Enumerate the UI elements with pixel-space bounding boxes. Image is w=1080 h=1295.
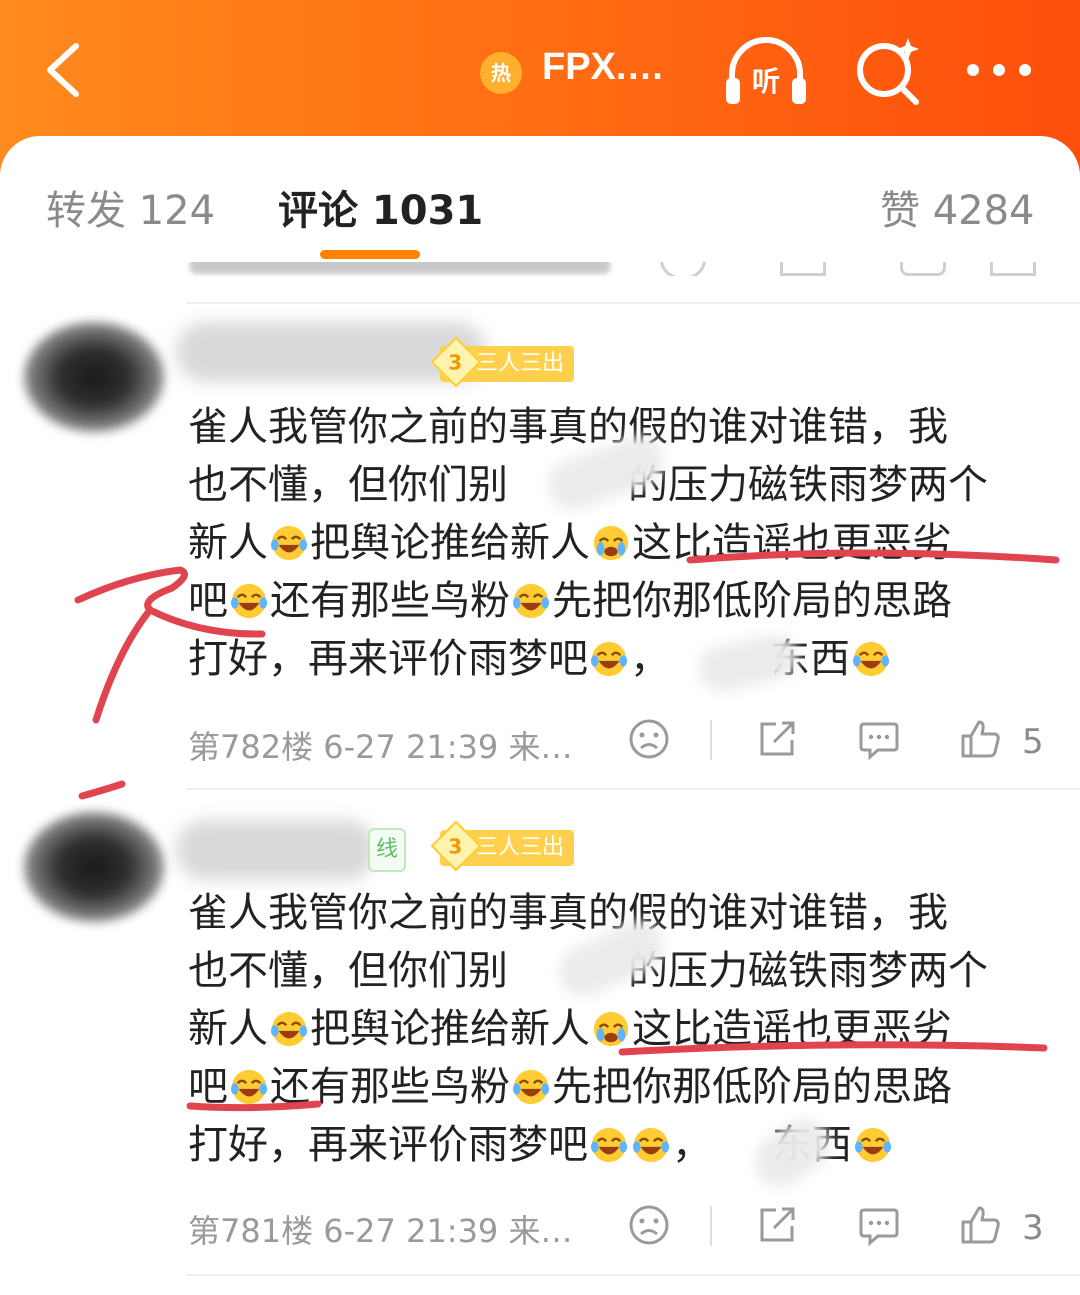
laughing-tears-emoji-icon	[852, 641, 890, 677]
scrolled-off-row	[180, 262, 1040, 276]
share-icon[interactable]	[756, 718, 798, 760]
separator	[710, 1206, 712, 1246]
laughing-tears-emoji-icon	[632, 1127, 670, 1163]
laughing-tears-emoji-icon	[512, 1069, 550, 1105]
level-badge: 3 三人三出	[430, 336, 575, 388]
laughing-tears-emoji-icon	[270, 1011, 308, 1047]
avatar[interactable]	[24, 812, 164, 922]
tab-comments[interactable]: 评论 1031	[278, 178, 483, 236]
topic-title[interactable]: FPX.…	[542, 46, 664, 89]
floor-number: 第781楼	[188, 1212, 314, 1250]
laughing-tears-emoji-icon	[230, 1069, 268, 1105]
crying-emoji-icon	[593, 525, 629, 561]
separator	[710, 720, 712, 760]
more-dots-icon[interactable]	[964, 52, 1034, 88]
like-count: 3	[1022, 1208, 1044, 1248]
comment-source: 来…	[508, 1212, 573, 1250]
comment-time: 6-27 21:39	[323, 728, 499, 766]
tab-likes[interactable]: 赞 4284	[880, 178, 1035, 236]
crying-emoji-icon	[593, 1011, 629, 1047]
username-blurred[interactable]	[176, 820, 376, 880]
divider	[186, 788, 1080, 790]
thumbs-up-icon[interactable]	[960, 1204, 1002, 1246]
tab-reposts[interactable]: 转发 124	[46, 178, 215, 236]
reply-comment-icon[interactable]	[858, 1206, 900, 1246]
listen-label: 听	[752, 65, 781, 98]
laughing-tears-emoji-icon	[590, 641, 628, 677]
level-badge: 3 三人三出	[430, 820, 575, 872]
laughing-tears-emoji-icon	[590, 1127, 628, 1163]
chevron-left-icon[interactable]	[38, 40, 98, 100]
laughing-tears-emoji-icon	[512, 583, 550, 619]
laughing-tears-emoji-icon	[270, 525, 308, 561]
comment-meta: 第782楼 6-27 21:39 来…	[188, 722, 572, 768]
avatar[interactable]	[24, 322, 164, 432]
like-count: 5	[1022, 722, 1044, 762]
active-tab-indicator	[320, 250, 420, 259]
dislike-face-icon[interactable]	[628, 1204, 670, 1246]
hot-badge: 热	[480, 52, 522, 94]
divider	[186, 1274, 1080, 1276]
comment-source: 来…	[508, 728, 573, 766]
laughing-tears-emoji-icon	[854, 1127, 892, 1163]
share-icon[interactable]	[756, 1204, 798, 1246]
divider	[186, 302, 1080, 304]
comment-time: 6-27 21:39	[323, 1212, 499, 1250]
reply-comment-icon[interactable]	[858, 720, 900, 760]
search-sparkle-icon[interactable]	[852, 34, 924, 106]
laughing-tears-emoji-icon	[230, 583, 268, 619]
comment-meta: 第781楼 6-27 21:39 来…	[188, 1206, 572, 1252]
dislike-face-icon[interactable]	[628, 718, 670, 760]
floor-number: 第782楼	[188, 728, 314, 766]
thumbs-up-icon[interactable]	[960, 718, 1002, 760]
online-chip: 线	[368, 828, 407, 872]
